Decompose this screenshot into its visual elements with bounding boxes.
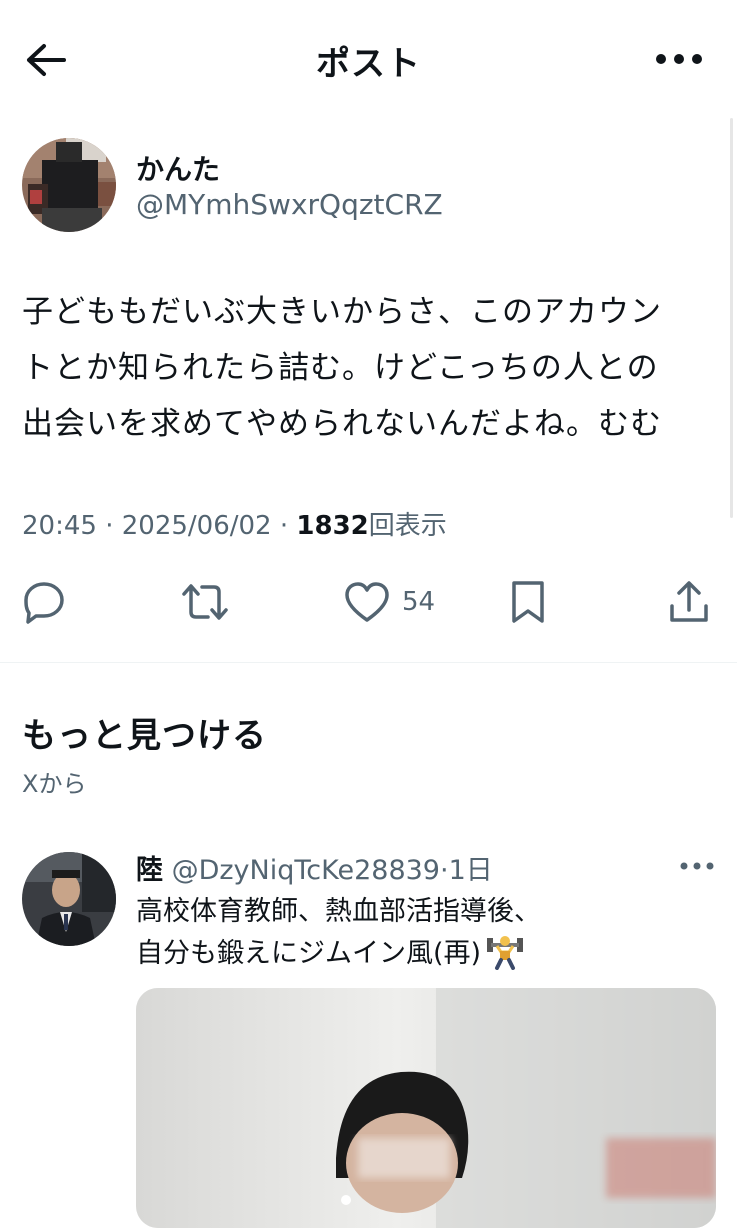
section-divider [0, 662, 737, 663]
like-button[interactable]: 54 [344, 572, 435, 632]
weightlifter-icon [487, 936, 524, 970]
post-text: 子どももだいぶ大きいからさ、このアカウン トとか知られたら詰む。けどこっちの人と… [22, 284, 722, 452]
post-date[interactable]: 2025/06/02 [122, 511, 272, 541]
post-text-line: トとか知られたら詰む。けどこっちの人との [22, 350, 659, 386]
avatar-photo [22, 852, 116, 946]
share-icon [670, 581, 708, 622]
top-bar: ポスト [0, 0, 737, 120]
author-handle[interactable]: @MYmhSwxrQqztCRZ [136, 188, 443, 221]
media-photo [136, 988, 716, 1228]
post-actions: 54 [0, 572, 737, 632]
bookmark-button[interactable] [510, 572, 546, 632]
recommended-media[interactable] [136, 988, 716, 1228]
avatar-photo [22, 138, 116, 232]
repost-icon [182, 584, 228, 620]
repost-button[interactable] [180, 572, 230, 632]
more-horizontal-icon [656, 54, 702, 64]
more-options-button[interactable] [649, 44, 709, 74]
scrollbar[interactable] [730, 118, 733, 518]
meta-separator: · [440, 855, 449, 886]
post-meta: 20:45 · 2025/06/02 · 1832回表示 [22, 505, 447, 542]
more-horizontal-icon [680, 862, 714, 870]
post-text-line: 出会いを求めてやめられないんだよね。むむ [22, 406, 662, 442]
views-label: 回表示 [368, 511, 447, 541]
recommended-time[interactable]: 1日 [449, 855, 493, 886]
like-count: 54 [402, 587, 436, 617]
recommended-post-text: 高校体育教師、熱血部活指導後、 自分も鍛えにジムイン風(再) [136, 892, 716, 974]
page-title: ポスト [316, 44, 421, 84]
reply-button[interactable] [22, 572, 66, 632]
meta-separator: · [105, 511, 114, 541]
discover-subtitle: Xから [22, 770, 87, 798]
recommended-text-line: 自分も鍛えにジムイン風(再) [136, 932, 716, 974]
avatar[interactable] [22, 138, 116, 232]
recommended-avatar[interactable] [22, 852, 116, 946]
views-count: 1832 [296, 511, 369, 541]
share-button[interactable] [668, 572, 710, 632]
discover-title: もっと見つける [22, 716, 267, 756]
post-time[interactable]: 20:45 [22, 511, 97, 541]
recommended-header: 陸 @DzyNiqTcKe28839·1日 [136, 848, 493, 887]
author-name[interactable]: かんた [136, 148, 220, 188]
recommended-text-line: 高校体育教師、熱血部活指導後、 [136, 896, 541, 927]
recommended-author-name[interactable]: 陸 [136, 855, 163, 886]
bookmark-icon [512, 581, 544, 623]
post-text-line: 子どももだいぶ大きいからさ、このアカウン [22, 294, 662, 330]
meta-separator: · [279, 511, 289, 541]
recommended-author-handle[interactable]: @DzyNiqTcKe28839 [172, 855, 440, 886]
like-icon [345, 582, 389, 622]
recommended-text-line-2: 自分も鍛えにジムイン風(再) [136, 938, 482, 969]
recommended-more-button[interactable] [679, 854, 715, 878]
reply-icon [24, 582, 64, 624]
